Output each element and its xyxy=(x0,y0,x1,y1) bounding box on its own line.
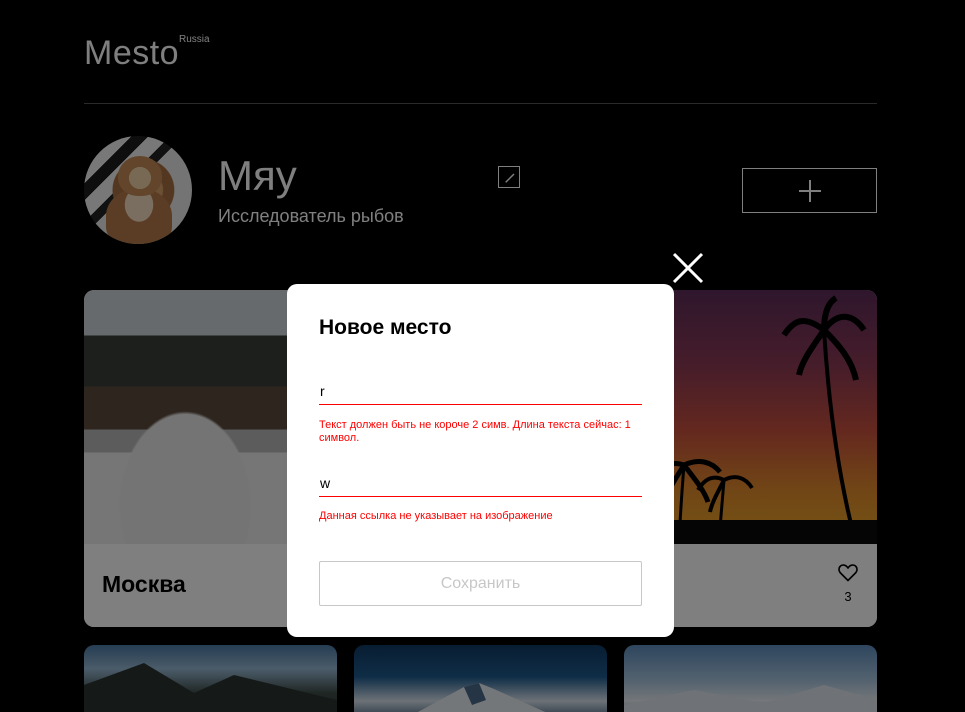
place-link-input[interactable] xyxy=(319,469,642,497)
close-icon xyxy=(672,252,704,284)
save-button[interactable]: Сохранить xyxy=(319,561,642,606)
page: Mesto Russia Мяу Исследователь рыбов Мос… xyxy=(0,0,965,712)
place-link-error: Данная ссылка не указывает на изображени… xyxy=(319,510,553,522)
new-place-popup: Новое место Текст должен быть не короче … xyxy=(287,284,674,637)
close-popup-button[interactable] xyxy=(672,252,704,284)
place-name-input[interactable] xyxy=(319,377,642,405)
popup-title: Новое место xyxy=(319,316,452,339)
place-name-error: Текст должен быть не короче 2 симв. Длин… xyxy=(319,419,631,444)
